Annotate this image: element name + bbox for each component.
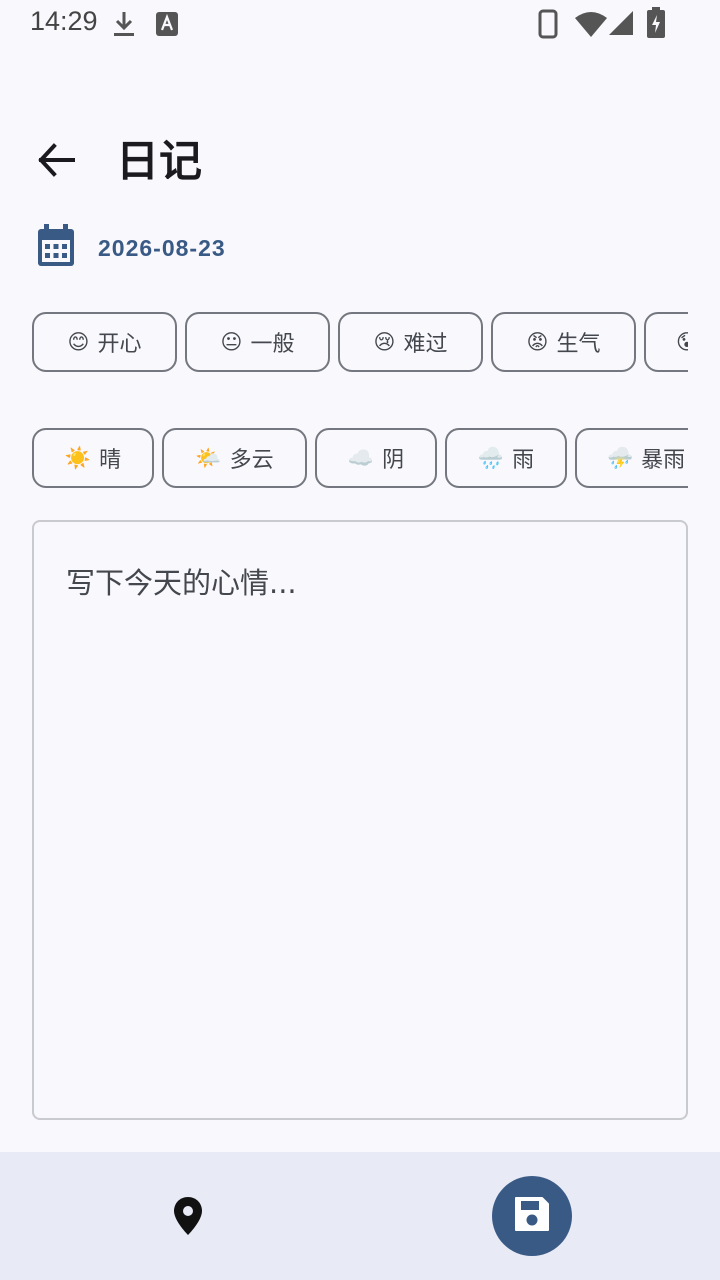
weather-label: 晴 — [99, 448, 122, 473]
save-button[interactable] — [492, 1176, 572, 1256]
location-pin-icon — [173, 1196, 203, 1240]
mood-chip-happy[interactable]: 😊 开心 — [32, 312, 177, 372]
status-bar: 14:29 — [0, 0, 720, 48]
diary-placeholder: 写下今天的心情... — [66, 566, 297, 600]
angry-face-icon: 😡 — [526, 330, 549, 354]
anxious-face-icon: 😰 — [676, 330, 688, 354]
date-picker[interactable]: 2026-08-23 — [36, 224, 226, 272]
diary-text-field[interactable]: 写下今天的心情... — [32, 520, 688, 1120]
mood-label: 生气 — [556, 332, 601, 357]
save-icon — [513, 1195, 551, 1237]
sad-face-icon: 😢 — [373, 330, 396, 354]
weather-chip-row: ☀️ 晴 🌤️ 多云 ☁️ 阴 🌧️ 雨 ⛈️ 暴雨 — [32, 428, 688, 494]
mood-chip-anxious[interactable]: 😰 — [644, 312, 688, 372]
battery-charging-icon — [646, 7, 666, 43]
mood-chip-sad[interactable]: 😢 难过 — [338, 312, 483, 372]
mood-label: 难过 — [403, 332, 448, 357]
weather-label: 多云 — [229, 448, 274, 473]
mood-chip-row: 😊 开心 😐 一般 😢 难过 😡 生气 😰 — [32, 312, 688, 378]
sun-behind-cloud-icon: 🌤️ — [195, 445, 222, 470]
wifi-icon — [574, 10, 608, 42]
text-a-icon — [156, 12, 178, 40]
signal-icon — [608, 10, 634, 40]
download-icon — [112, 10, 136, 42]
page-title: 日记 — [116, 137, 202, 187]
bottom-bar — [0, 1152, 720, 1280]
calendar-icon — [36, 224, 76, 272]
weather-label: 阴 — [382, 448, 405, 473]
date-text: 2026-08-23 — [98, 234, 226, 261]
neutral-face-icon: 😐 — [220, 330, 243, 354]
weather-chip-sunny[interactable]: ☀️ 晴 — [32, 428, 154, 488]
status-time: 14:29 — [30, 6, 98, 36]
weather-chip-rain[interactable]: 🌧️ 雨 — [445, 428, 567, 488]
weather-label: 雨 — [512, 448, 535, 473]
thunderstorm-icon: ⛈️ — [607, 445, 634, 470]
weather-label: 暴雨 — [641, 448, 686, 473]
happy-face-icon: 😊 — [67, 330, 90, 354]
sun-icon: ☀️ — [64, 445, 92, 470]
phone-icon — [538, 9, 558, 43]
back-button[interactable] — [30, 136, 82, 188]
weather-chip-overcast[interactable]: ☁️ 阴 — [315, 428, 437, 488]
weather-chip-storm[interactable]: ⛈️ 暴雨 — [575, 428, 688, 488]
cloud-icon: ☁️ — [347, 445, 375, 470]
mood-label: 一般 — [250, 332, 295, 357]
weather-chip-cloudy[interactable]: 🌤️ 多云 — [162, 428, 307, 488]
mood-chip-neutral[interactable]: 😐 一般 — [185, 312, 330, 372]
mood-label: 开心 — [97, 332, 142, 357]
mood-chip-angry[interactable]: 😡 生气 — [491, 312, 636, 372]
location-button[interactable] — [160, 1190, 216, 1246]
rain-cloud-icon: 🌧️ — [477, 445, 505, 470]
arrow-left-icon — [37, 143, 75, 181]
